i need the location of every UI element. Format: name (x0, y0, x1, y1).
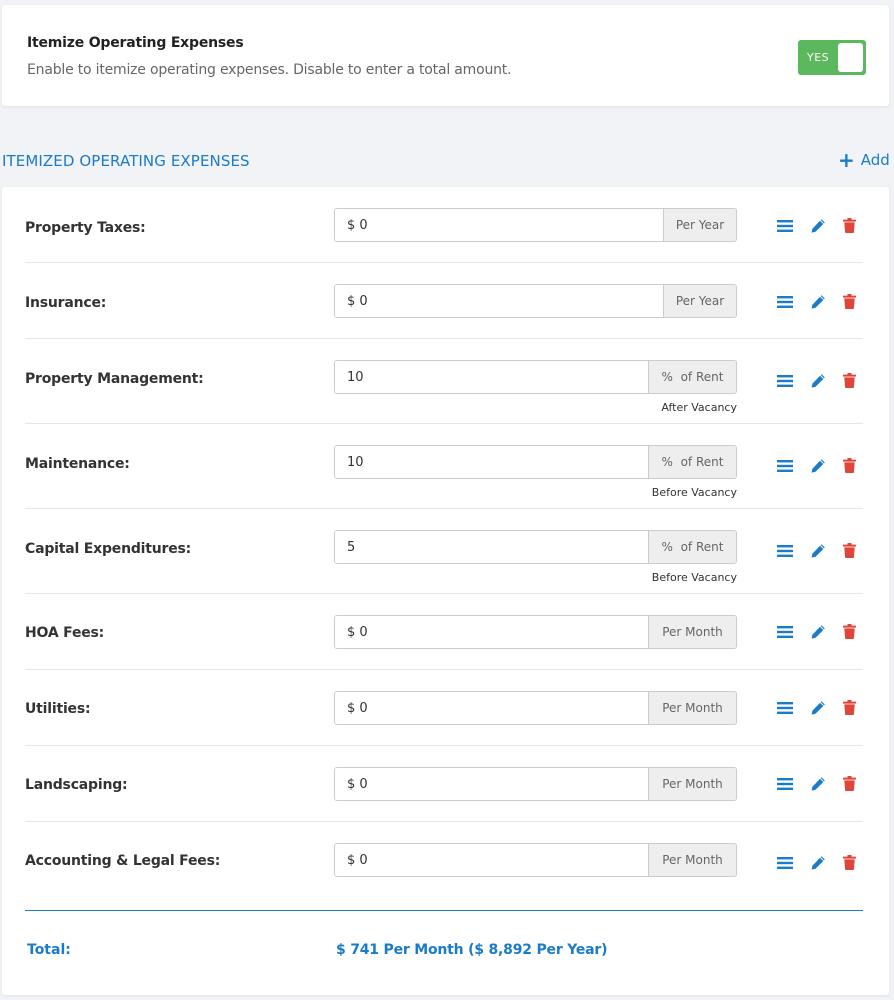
expense-actions (777, 700, 859, 716)
expense-note: After Vacancy (661, 401, 737, 414)
expense-actions (777, 624, 859, 640)
expense-input[interactable] (335, 209, 663, 241)
expense-row: HOA Fees: Per Month (25, 594, 863, 670)
menu-icon[interactable] (777, 373, 793, 389)
pencil-icon[interactable] (810, 373, 826, 389)
trash-icon[interactable] (843, 543, 859, 559)
expense-input[interactable] (335, 285, 663, 317)
expense-unit-addon: Per Month (648, 768, 736, 800)
expense-label: Property Management: (25, 371, 204, 387)
trash-icon[interactable] (843, 458, 859, 474)
expense-actions (777, 218, 859, 234)
expense-input[interactable] (335, 361, 648, 393)
expense-input-group: % of Rent (334, 360, 737, 394)
expense-input-group: % of Rent (334, 530, 737, 564)
menu-icon[interactable] (777, 294, 793, 310)
expense-unit-addon: Per Year (663, 209, 736, 241)
pencil-icon[interactable] (810, 624, 826, 640)
expense-label: Capital Expenditures: (25, 541, 192, 557)
expense-input[interactable] (335, 844, 648, 876)
expense-unit-addon: Per Month (648, 844, 736, 876)
menu-icon[interactable] (777, 218, 793, 234)
expense-label: Landscaping: (25, 777, 128, 793)
expense-input[interactable] (335, 768, 648, 800)
expense-input[interactable] (335, 446, 648, 478)
itemize-card: Itemize Operating Expenses Enable to ite… (2, 5, 889, 106)
pencil-icon[interactable] (810, 543, 826, 559)
expense-row: Utilities: Per Month (25, 670, 863, 746)
expense-input-group: Per Month (334, 767, 737, 801)
add-expense-button[interactable]: + Add (838, 150, 890, 170)
trash-icon[interactable] (843, 624, 859, 640)
expense-row: Capital Expenditures: % of Rent Before Vac… (25, 509, 863, 594)
expense-label: Maintenance: (25, 456, 130, 472)
expense-label: Accounting & Legal Fees: (25, 853, 221, 869)
expense-input-group: Per Month (334, 843, 737, 877)
expense-actions (777, 294, 859, 310)
expense-input[interactable] (335, 616, 648, 648)
expense-label: Insurance: (25, 295, 107, 311)
menu-icon[interactable] (777, 855, 793, 871)
total-label: Total: (27, 942, 71, 958)
expense-input-group: Per Year (334, 208, 737, 242)
trash-icon[interactable] (843, 776, 859, 792)
expense-input[interactable] (335, 692, 648, 724)
expense-row: Maintenance: % of Rent Before Vacancy (25, 424, 863, 509)
expense-input[interactable] (335, 531, 648, 563)
itemize-title: Itemize Operating Expenses (27, 35, 244, 51)
expense-unit-addon: % of Rent (648, 361, 736, 393)
trash-icon[interactable] (843, 855, 859, 871)
menu-icon[interactable] (777, 458, 793, 474)
add-label: Add (860, 151, 890, 169)
expense-unit-addon: % of Rent (648, 446, 736, 478)
trash-icon[interactable] (843, 373, 859, 389)
trash-icon[interactable] (843, 700, 859, 716)
pencil-icon[interactable] (810, 776, 826, 792)
expense-input-group: % of Rent (334, 445, 737, 479)
expense-input-group: Per Month (334, 691, 737, 725)
pencil-icon[interactable] (810, 218, 826, 234)
expense-label: Utilities: (25, 701, 91, 717)
expense-actions (777, 373, 859, 389)
expense-row: Property Taxes: Per Year (25, 187, 863, 263)
expense-input-group: Per Year (334, 284, 737, 318)
expense-actions (777, 855, 859, 871)
expense-row: Landscaping: Per Month (25, 746, 863, 822)
trash-icon[interactable] (843, 218, 859, 234)
expense-note: Before Vacancy (651, 486, 737, 499)
itemize-toggle[interactable]: YES (798, 40, 866, 75)
expense-row: Accounting & Legal Fees: Per Month (25, 822, 863, 898)
expense-unit-addon: Per Month (648, 616, 736, 648)
expense-actions (777, 458, 859, 474)
total-divider (25, 910, 863, 911)
pencil-icon[interactable] (810, 458, 826, 474)
expense-unit-addon: % of Rent (648, 531, 736, 563)
pencil-icon[interactable] (810, 294, 826, 310)
pencil-icon[interactable] (810, 855, 826, 871)
pencil-icon[interactable] (810, 700, 826, 716)
toggle-knob (838, 43, 863, 72)
menu-icon[interactable] (777, 543, 793, 559)
expense-unit-addon: Per Year (663, 285, 736, 317)
expense-actions (777, 776, 859, 792)
trash-icon[interactable] (843, 294, 859, 310)
expense-label: Property Taxes: (25, 220, 146, 236)
toggle-label: YES (807, 51, 830, 64)
total-value: $ 741 Per Month ($ 8,892 Per Year) (336, 942, 608, 958)
expense-row: Insurance: Per Year (25, 263, 863, 339)
menu-icon[interactable] (777, 624, 793, 640)
expense-note: Before Vacancy (651, 571, 737, 584)
expense-actions (777, 543, 859, 559)
plus-icon: + (838, 148, 855, 172)
expense-label: HOA Fees: (25, 625, 105, 641)
expense-input-group: Per Month (334, 615, 737, 649)
expense-unit-addon: Per Month (648, 692, 736, 724)
section-title: ITEMIZED OPERATING EXPENSES (2, 152, 250, 170)
menu-icon[interactable] (777, 700, 793, 716)
itemize-description: Enable to itemize operating expenses. Di… (27, 62, 512, 78)
menu-icon[interactable] (777, 776, 793, 792)
expense-row: Property Management: % of Rent After Vacan… (25, 339, 863, 424)
